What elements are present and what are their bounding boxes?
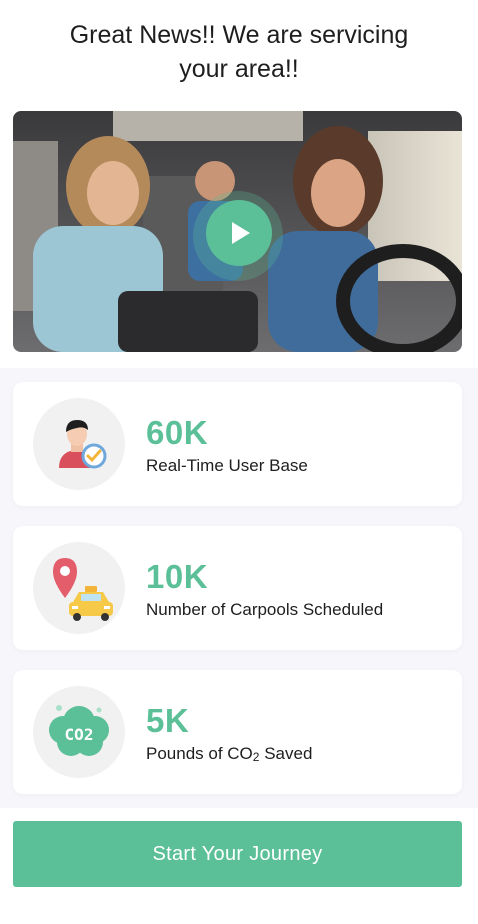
stat-icon-container bbox=[33, 398, 125, 490]
stat-label-prefix: Pounds of CO bbox=[146, 744, 253, 763]
start-journey-button[interactable]: Start Your Journey bbox=[13, 821, 462, 887]
stat-label: Number of Carpools Scheduled bbox=[146, 600, 384, 619]
intro-video[interactable] bbox=[13, 111, 462, 352]
stat-label: Real-Time User Base bbox=[146, 456, 308, 475]
stat-card-carpools: 10K Number of Carpools Scheduled bbox=[13, 526, 462, 650]
stat-card-users: 60K Real-Time User Base bbox=[13, 382, 462, 506]
stat-label-suffix: Saved bbox=[259, 744, 313, 763]
page-headline: Great News!! We are servicing your area!… bbox=[0, 18, 478, 86]
co2-cloud-icon: CO2 bbox=[49, 705, 109, 756]
stat-value: 60K bbox=[146, 414, 209, 451]
svg-text:CO2: CO2 bbox=[65, 725, 94, 744]
stat-label: Pounds of CO2 Saved bbox=[146, 744, 312, 764]
stat-value: 10K bbox=[146, 558, 209, 595]
stat-card-co2: CO2 5K Pounds of CO2 Saved bbox=[13, 670, 462, 794]
verified-user-icon bbox=[59, 420, 107, 469]
stat-icon-container: CO2 bbox=[33, 686, 125, 778]
stat-value: 5K bbox=[146, 702, 190, 739]
headline-line-1: Great News!! We are servicing bbox=[69, 21, 409, 49]
taxi-location-icon bbox=[53, 558, 113, 621]
stat-icon-container bbox=[33, 542, 125, 634]
play-button[interactable] bbox=[206, 200, 272, 266]
play-icon bbox=[232, 222, 250, 244]
headline-line-2: your area!! bbox=[179, 55, 299, 83]
